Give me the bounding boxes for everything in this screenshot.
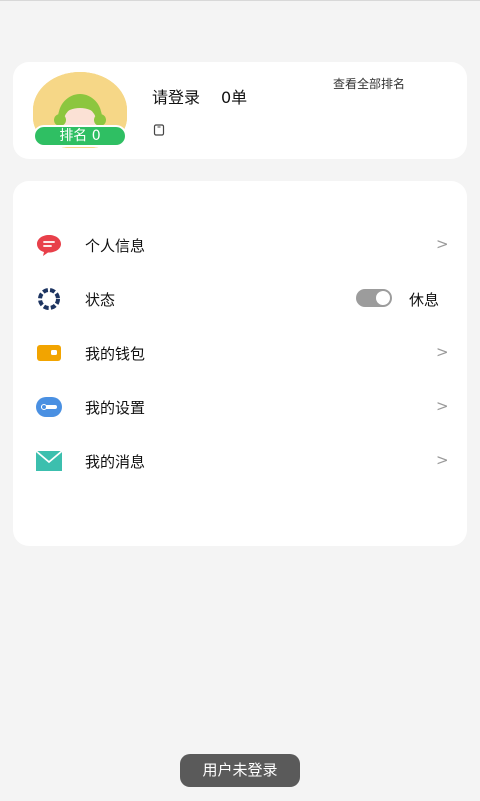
status-ring-icon — [38, 288, 60, 310]
menu-label-messages: 我的消息 — [85, 453, 146, 471]
profile-card: 排名 0 请登录 0单 查看全部排名 — [13, 62, 467, 159]
settings-toggle-icon — [36, 397, 62, 417]
chevron-right-icon: > — [436, 451, 449, 469]
menu-label-wallet: 我的钱包 — [85, 345, 146, 363]
chevron-right-icon: > — [436, 235, 449, 253]
toast-message: 用户未登录 — [180, 754, 300, 787]
menu-card: 个人信息 > 状态 休息 我的钱包 > 我的设置 > 我的消息 > — [13, 181, 467, 546]
avatar-wrap[interactable]: 排名 0 — [33, 72, 127, 152]
menu-label-settings: 我的设置 — [85, 399, 146, 417]
phone-icon — [153, 124, 165, 136]
status-toggle[interactable] — [356, 289, 392, 307]
view-all-rank-link[interactable]: 查看全部排名 — [333, 75, 405, 92]
chevron-right-icon: > — [436, 397, 449, 415]
menu-label-status: 状态 — [85, 291, 116, 309]
order-count: 0单 — [221, 88, 248, 107]
menu-label-personal-info: 个人信息 — [85, 237, 146, 255]
chat-bubble-icon — [37, 235, 61, 256]
rank-badge: 排名 0 — [33, 125, 127, 147]
menu-item-personal-info[interactable]: 个人信息 > — [13, 225, 467, 265]
login-prompt[interactable]: 请登录 — [152, 84, 200, 108]
wallet-icon — [37, 345, 61, 361]
status-value: 休息 — [409, 291, 440, 309]
toggle-knob — [376, 291, 390, 305]
menu-item-wallet[interactable]: 我的钱包 > — [13, 333, 467, 373]
chevron-right-icon: > — [436, 343, 449, 361]
menu-item-status: 状态 休息 — [13, 279, 467, 319]
envelope-icon — [35, 450, 63, 471]
menu-item-messages[interactable]: 我的消息 > — [13, 441, 467, 481]
top-divider — [0, 0, 480, 1]
menu-item-settings[interactable]: 我的设置 > — [13, 387, 467, 427]
